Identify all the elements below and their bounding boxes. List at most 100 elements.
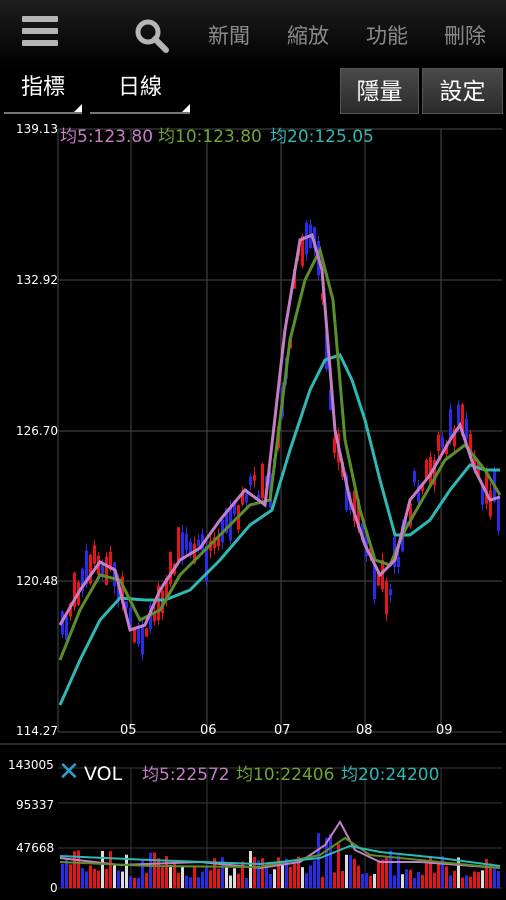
candle-body xyxy=(101,564,104,575)
volume-bar xyxy=(181,866,184,888)
volume-bar xyxy=(413,877,416,888)
volume-bar xyxy=(317,833,320,888)
x-tick-label: 08 xyxy=(356,723,373,738)
volume-bar xyxy=(249,851,252,888)
volume-bar xyxy=(105,868,108,888)
x-tick-label: 07 xyxy=(274,723,291,738)
volume-bar xyxy=(469,876,472,888)
price-y-tick: 120.48 xyxy=(16,574,58,588)
volume-bar xyxy=(409,869,412,888)
volume-bar xyxy=(425,863,428,888)
candle-body xyxy=(105,556,108,586)
volume-bar xyxy=(89,865,92,888)
volume-bar xyxy=(401,874,404,888)
volume-bar xyxy=(361,873,364,888)
candle-body xyxy=(413,470,416,483)
volume-bar xyxy=(233,868,236,888)
volume-bar xyxy=(229,875,232,888)
volume-bar xyxy=(209,870,212,888)
ma20-line xyxy=(58,353,500,706)
volume-bar xyxy=(245,877,248,888)
candle-body xyxy=(333,437,336,454)
volume-bar xyxy=(109,851,112,888)
volume-bar xyxy=(113,865,116,888)
candle-body xyxy=(177,527,180,563)
volume-bar xyxy=(465,875,468,888)
volume-bar xyxy=(365,873,368,888)
volume-bar xyxy=(217,868,220,888)
volume-bar xyxy=(397,855,400,888)
volume-bar xyxy=(321,877,324,888)
volume-bar xyxy=(137,877,140,888)
volume-bar xyxy=(493,868,496,888)
volume-bar xyxy=(253,856,256,888)
candle-body xyxy=(253,474,256,481)
price-y-tick: 139.13 xyxy=(16,122,58,136)
price-ma20-label: 均20:125.05 xyxy=(270,127,374,147)
price-ma5-label: 均5:123.80 xyxy=(60,127,154,147)
volume-bar xyxy=(237,873,240,888)
volume-bar xyxy=(305,873,308,888)
volume-bar xyxy=(133,877,136,888)
volume-bar xyxy=(405,869,408,888)
candle-body xyxy=(249,476,252,486)
candle-body xyxy=(169,551,172,585)
price-y-tick: 132.92 xyxy=(16,273,58,287)
volume-bar xyxy=(345,854,348,888)
volume-bar xyxy=(201,871,204,888)
candle-body xyxy=(489,490,492,517)
candle-body xyxy=(389,588,392,596)
volume-bar xyxy=(341,871,344,888)
volume-bar xyxy=(309,865,312,888)
volume-ma20-label: 均20:24200 xyxy=(341,765,440,785)
volume-bar xyxy=(497,871,500,888)
candle-body xyxy=(385,580,388,615)
volume-bar xyxy=(101,850,104,888)
volume-bar xyxy=(477,872,480,888)
volume-bar xyxy=(449,875,452,888)
candle-body xyxy=(185,533,188,551)
x-tick-label: 09 xyxy=(436,723,453,738)
candle-body xyxy=(93,545,96,564)
volume-bar xyxy=(153,852,156,888)
volume-bar xyxy=(301,867,304,888)
candle-body xyxy=(245,493,248,503)
volume-bar xyxy=(369,875,372,888)
candle-body xyxy=(373,564,376,600)
volume-bar xyxy=(377,860,380,888)
volume-bar xyxy=(197,877,200,888)
price-ma10-label: 均10:123.80 xyxy=(158,127,262,147)
volume-bar xyxy=(117,870,120,888)
volume-bar xyxy=(445,866,448,888)
volume-bar xyxy=(313,860,316,888)
volume-y-tick: 47668 xyxy=(16,841,55,855)
candle-body xyxy=(465,418,468,439)
volume-bar xyxy=(169,864,172,888)
volume-bar xyxy=(269,873,272,888)
volume-title: VOL xyxy=(84,763,123,785)
volume-bar xyxy=(85,871,88,888)
volume-bar xyxy=(65,859,68,888)
volume-bar xyxy=(393,875,396,888)
volume-ma5-label: 均5:22572 xyxy=(142,765,230,785)
volume-bar xyxy=(381,859,384,888)
candle-body xyxy=(65,616,68,640)
volume-bar xyxy=(349,855,352,888)
volume-bar xyxy=(189,877,192,888)
volume-bar xyxy=(121,871,124,888)
x-tick-label: 05 xyxy=(120,723,137,738)
volume-bar xyxy=(461,877,464,888)
candle-body xyxy=(141,626,144,655)
volume-bar xyxy=(437,862,440,888)
volume-bar xyxy=(281,865,284,888)
volume-bar xyxy=(333,872,336,888)
close-volume-icon[interactable]: ✕ xyxy=(58,759,80,785)
volume-bar xyxy=(329,833,332,888)
volume-bar xyxy=(97,870,100,888)
volume-bar xyxy=(481,870,484,888)
volume-bar xyxy=(161,865,164,888)
candle-body xyxy=(497,496,500,532)
price-y-tick: 114.27 xyxy=(16,724,58,738)
volume-bar xyxy=(453,870,456,888)
volume-bar xyxy=(473,871,476,888)
